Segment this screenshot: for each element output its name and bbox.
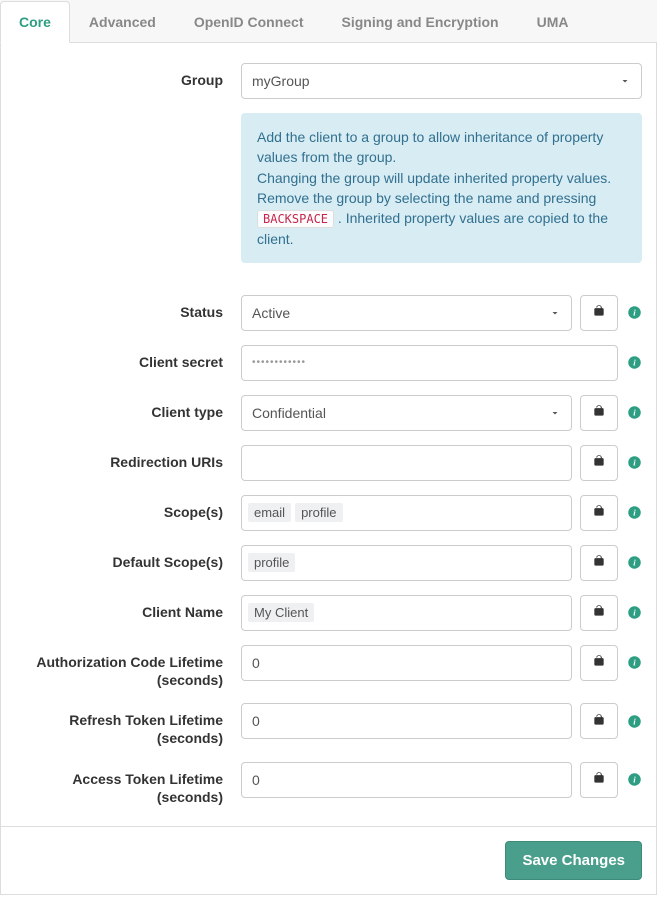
scopes-info-icon[interactable]: i: [626, 505, 642, 521]
unlock-icon: [592, 713, 606, 730]
status-select-value: Active: [252, 305, 290, 321]
redirection-uris-input[interactable]: [241, 445, 572, 481]
client-secret-info-icon[interactable]: i: [626, 355, 642, 371]
default-scopes-lock-button[interactable]: [580, 545, 618, 581]
client-type-value: Confidential: [252, 405, 326, 421]
label-group: Group: [9, 63, 241, 89]
default-scopes-info-icon[interactable]: i: [626, 555, 642, 571]
form-footer: Save Changes: [0, 826, 657, 895]
group-help-box: Add the client to a group to allow inher…: [241, 113, 642, 263]
label-status: Status: [9, 295, 241, 321]
client-secret-input[interactable]: ••••••••••••: [241, 345, 618, 381]
label-default-scopes: Default Scope(s): [9, 545, 241, 571]
label-client-name: Client Name: [9, 595, 241, 621]
unlock-icon: [592, 771, 606, 788]
status-info-icon[interactable]: i: [626, 305, 642, 321]
unlock-icon: [592, 654, 606, 671]
tab-signing-encryption[interactable]: Signing and Encryption: [323, 1, 518, 43]
scope-tag[interactable]: email: [248, 503, 291, 522]
auth-code-lifetime-info-icon[interactable]: i: [626, 655, 642, 671]
scope-tag[interactable]: profile: [295, 503, 342, 522]
label-scopes: Scope(s): [9, 495, 241, 521]
default-scopes-input[interactable]: profile: [241, 545, 572, 581]
client-name-lock-button[interactable]: [580, 595, 618, 631]
scopes-lock-button[interactable]: [580, 495, 618, 531]
status-lock-button[interactable]: [580, 295, 618, 331]
access-token-lifetime-input[interactable]: 0: [241, 762, 572, 798]
client-name-info-icon[interactable]: i: [626, 605, 642, 621]
group-select-value: myGroup: [252, 73, 310, 89]
unlock-icon: [592, 454, 606, 471]
label-client-type: Client type: [9, 395, 241, 421]
unlock-icon: [592, 504, 606, 521]
access-token-lifetime-lock-button[interactable]: [580, 762, 618, 798]
label-access-token-lifetime: Access Token Lifetime (seconds): [9, 762, 241, 806]
auth-code-lifetime-input[interactable]: 0: [241, 645, 572, 681]
redirection-uris-info-icon[interactable]: i: [626, 455, 642, 471]
tab-openid-connect[interactable]: OpenID Connect: [175, 1, 323, 43]
label-redirection-uris: Redirection URIs: [9, 445, 241, 471]
label-refresh-token-lifetime: Refresh Token Lifetime (seconds): [9, 703, 241, 747]
label-client-secret: Client secret: [9, 345, 241, 371]
save-changes-button[interactable]: Save Changes: [505, 841, 642, 880]
scope-tag[interactable]: profile: [248, 553, 295, 572]
chevron-down-icon: [549, 407, 561, 419]
scopes-input[interactable]: email profile: [241, 495, 572, 531]
tab-uma[interactable]: UMA: [518, 1, 588, 43]
tab-advanced[interactable]: Advanced: [70, 1, 175, 43]
status-select[interactable]: Active: [241, 295, 572, 331]
tab-core[interactable]: Core: [0, 1, 70, 43]
unlock-icon: [592, 604, 606, 621]
tabs-bar: Core Advanced OpenID Connect Signing and…: [0, 0, 657, 43]
refresh-token-lifetime-input[interactable]: 0: [241, 703, 572, 739]
group-select[interactable]: myGroup: [241, 63, 642, 99]
access-token-lifetime-info-icon[interactable]: i: [626, 772, 642, 788]
label-auth-code-lifetime: Authorization Code Lifetime (seconds): [9, 645, 241, 689]
redirection-uris-field[interactable]: [252, 454, 541, 472]
form-core: Group myGroup Add the client to a group …: [0, 43, 657, 827]
refresh-token-lifetime-lock-button[interactable]: [580, 703, 618, 739]
client-type-lock-button[interactable]: [580, 395, 618, 431]
auth-code-lifetime-lock-button[interactable]: [580, 645, 618, 681]
client-name-input[interactable]: My Client: [241, 595, 572, 631]
unlock-icon: [592, 304, 606, 321]
unlock-icon: [592, 554, 606, 571]
unlock-icon: [592, 404, 606, 421]
client-secret-masked: ••••••••••••: [252, 357, 306, 368]
client-type-info-icon[interactable]: i: [626, 405, 642, 421]
client-name-tag[interactable]: My Client: [248, 603, 314, 622]
chevron-down-icon: [549, 307, 561, 319]
refresh-token-lifetime-info-icon[interactable]: i: [626, 713, 642, 729]
backspace-key: BACKSPACE: [257, 210, 334, 228]
redirection-uris-lock-button[interactable]: [580, 445, 618, 481]
client-type-select[interactable]: Confidential: [241, 395, 572, 431]
chevron-down-icon: [619, 75, 631, 87]
